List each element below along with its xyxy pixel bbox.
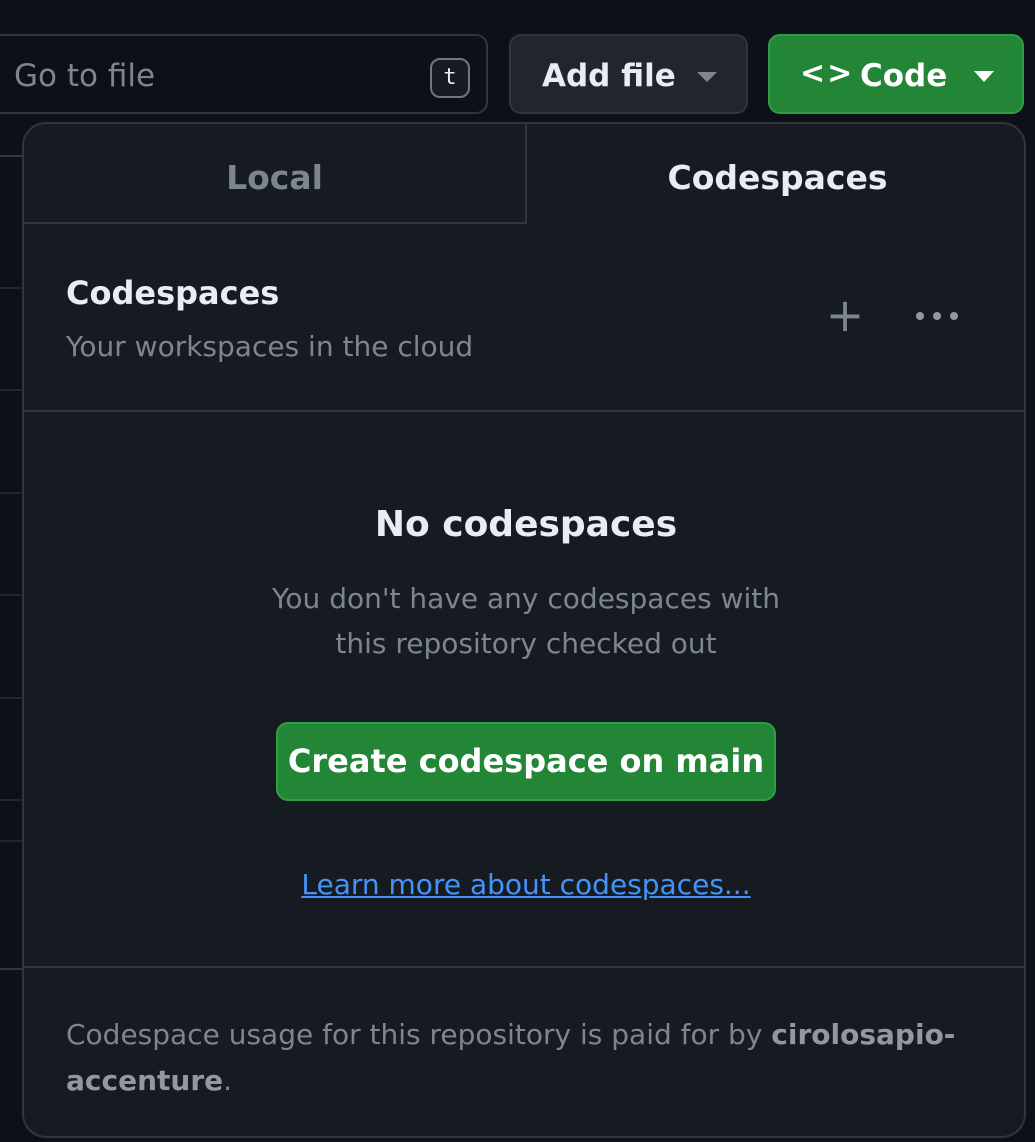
- code-dropdown-popover: Local Codespaces Codespaces Your workspa…: [22, 122, 1026, 1138]
- dot: [916, 312, 924, 320]
- chevron-down-icon: [974, 71, 994, 82]
- section-subtitle: Your workspaces in the cloud: [66, 330, 474, 363]
- dot: [933, 312, 941, 320]
- kebab-horizontal-icon[interactable]: [912, 296, 962, 336]
- chevron-down-icon: [697, 72, 717, 82]
- add-file-button[interactable]: Add file: [509, 34, 748, 114]
- go-to-file-input[interactable]: Go to file t: [0, 34, 488, 114]
- section-title: Codespaces: [66, 274, 280, 312]
- github-repo-page: Go to file t Add file <> Code Local Code…: [0, 0, 1035, 1142]
- code-label: Code: [860, 58, 948, 94]
- plus-icon[interactable]: +: [820, 292, 870, 342]
- add-file-label: Add file: [542, 58, 676, 94]
- divider: [24, 410, 1024, 412]
- footer-period: .: [223, 1064, 233, 1097]
- code-icon: <>: [800, 56, 855, 91]
- tab-local[interactable]: Local: [24, 124, 527, 224]
- go-to-file-placeholder: Go to file: [14, 58, 156, 94]
- footer-text: Codespace usage for this repository is p…: [66, 1018, 772, 1051]
- tab-local-label: Local: [226, 158, 323, 197]
- tab-codespaces[interactable]: Codespaces: [527, 124, 1024, 224]
- create-codespace-button[interactable]: Create codespace on main: [276, 722, 776, 801]
- code-button[interactable]: <> Code: [768, 34, 1024, 114]
- billing-footer: Codespace usage for this repository is p…: [66, 1012, 966, 1104]
- empty-state-description: You don't have any codespaces with this …: [272, 582, 780, 660]
- empty-state-title: No codespaces: [374, 504, 678, 545]
- tab-codespaces-label: Codespaces: [667, 158, 888, 197]
- keyboard-shortcut-hint: t: [430, 58, 470, 98]
- dot: [950, 312, 958, 320]
- learn-more-link[interactable]: Learn more about codespaces...: [24, 868, 1024, 901]
- divider: [24, 966, 1024, 968]
